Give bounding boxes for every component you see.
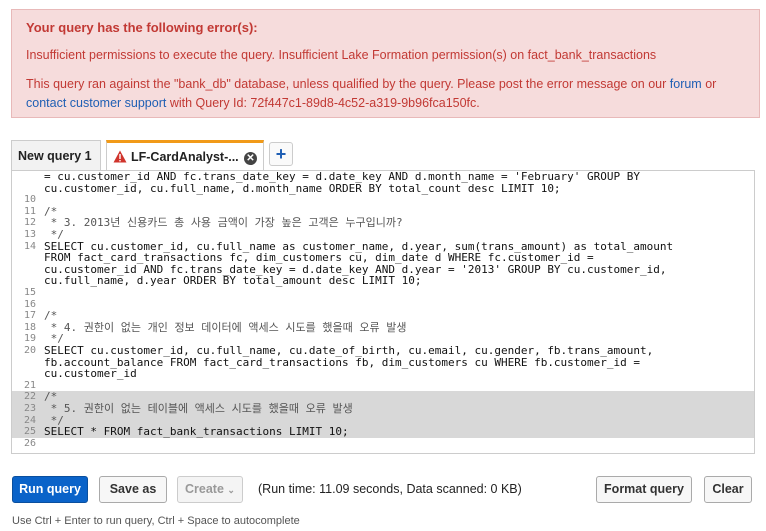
save-as-button[interactable]: Save as	[99, 476, 167, 503]
add-tab-button[interactable]: +	[269, 142, 293, 166]
chevron-down-icon: ⌄	[227, 485, 235, 495]
code-line[interactable]: 15	[12, 287, 754, 299]
line-number: 23	[23, 403, 36, 414]
line-number: 10	[23, 194, 36, 206]
line-number: 15	[23, 287, 36, 298]
code-line[interactable]: 10	[12, 194, 754, 206]
run-query-button[interactable]: Run query	[12, 476, 88, 503]
code-line[interactable]: 25 SELECT * FROM fact_bank_transactions L…	[12, 426, 754, 438]
code-text: = cu.customer_id AND fc.trans_date_key =…	[44, 170, 641, 183]
format-query-button[interactable]: Format query	[596, 476, 692, 503]
code-line[interactable]: cu.full_name, d.year ORDER BY total_amou…	[12, 275, 754, 287]
error-panel: Your query has the following error(s): I…	[11, 9, 760, 118]
code-text: */	[44, 228, 64, 241]
code-text: cu.customer_id, cu.full_name, d.month_na…	[44, 181, 561, 195]
code-line[interactable]: cu.customer_id, cu.full_name, d.month_na…	[12, 181, 754, 195]
query-id-text: with Query Id: 72f447c1-89d8-4c52-a319-9…	[166, 96, 480, 110]
code-text: * 5. 권한이 없는 테이블에 액세스 시도를 했을때 오류 발생	[44, 402, 353, 415]
code-text: SELECT cu.customer_id, cu.full_name, cu.…	[44, 344, 654, 357]
error-query-id: contact customer support with Query Id: …	[26, 96, 480, 110]
code-line[interactable]: 26	[12, 438, 754, 450]
error-title: Your query has the following error(s):	[26, 20, 258, 35]
code-line[interactable]: 20 SELECT cu.customer_id, cu.full_name, c…	[12, 345, 754, 357]
line-number: 17	[23, 310, 36, 322]
sql-editor[interactable]: = cu.customer_id AND fc.trans_date_key =…	[11, 170, 755, 454]
line-number: 11	[23, 205, 36, 217]
line-number: 16	[23, 298, 36, 310]
tab-label: LF-CardAnalyst-...	[131, 150, 239, 164]
error-note: This query ran against the "bank_db" dat…	[26, 77, 716, 91]
error-note-or: or	[701, 77, 717, 91]
line-number: 22	[23, 391, 36, 403]
code-line[interactable]: 23 * 5. 권한이 없는 테이블에 액세스 시도를 했을때 오류 발생	[12, 403, 754, 415]
code-line[interactable]: 16	[12, 299, 754, 311]
line-number: 21	[23, 379, 36, 391]
clear-button[interactable]: Clear	[704, 476, 752, 503]
warning-icon	[113, 150, 127, 163]
code-line[interactable]: = cu.customer_id AND fc.trans_date_key =…	[12, 171, 754, 183]
error-note-text: This query ran against the "bank_db" dat…	[26, 77, 670, 91]
line-number: 19	[23, 333, 36, 345]
line-number: 20	[23, 345, 36, 356]
line-number: 13	[23, 229, 36, 240]
error-message: Insufficient permissions to execute the …	[26, 48, 657, 62]
code-text: * 4. 권한이 없는 개인 정보 데이터에 액세스 시도를 했을때 오류 발생	[44, 320, 407, 334]
tab-label: New query 1	[18, 149, 92, 163]
code-line[interactable]: 12 * 3. 2013년 신용카드 총 사용 금액이 가장 높은 고객은 누구…	[12, 217, 754, 229]
tab-new-query-1[interactable]: New query 1	[11, 140, 101, 171]
line-number: 25	[23, 426, 36, 438]
close-tab-icon[interactable]: ✕	[244, 152, 257, 165]
line-number: 12	[23, 217, 36, 229]
create-dropdown-button[interactable]: Create ⌄	[177, 476, 243, 503]
keyboard-hint: Use Ctrl + Enter to run query, Ctrl + Sp…	[12, 515, 300, 527]
line-number: 26	[23, 437, 36, 449]
code-line[interactable]: 13 */	[12, 229, 754, 241]
create-label: Create	[185, 482, 224, 496]
code-text: * 3. 2013년 신용카드 총 사용 금액이 가장 높은 고객은 누구입니까…	[44, 216, 403, 230]
line-number: 14	[23, 240, 36, 252]
code-text: SELECT * FROM fact_bank_transactions LIM…	[44, 425, 349, 439]
run-info-text: (Run time: 11.09 seconds, Data scanned: …	[258, 482, 522, 496]
code-text: cu.customer_id	[44, 367, 137, 381]
contact-support-link[interactable]: contact customer support	[26, 96, 166, 110]
code-line[interactable]: 18 * 4. 권한이 없는 개인 정보 데이터에 액세스 시도를 했을때 오류…	[12, 322, 754, 334]
code-text: cu.full_name, d.year ORDER BY total_amou…	[44, 274, 422, 288]
code-line[interactable]: cu.customer_id	[12, 368, 754, 380]
tab-lf-cardanalyst[interactable]: LF-CardAnalyst-... ✕	[106, 140, 264, 171]
line-number: 18	[23, 321, 36, 333]
forum-link[interactable]: forum	[670, 77, 702, 91]
line-number: 24	[23, 414, 36, 426]
code-line[interactable]: 21	[12, 380, 754, 392]
